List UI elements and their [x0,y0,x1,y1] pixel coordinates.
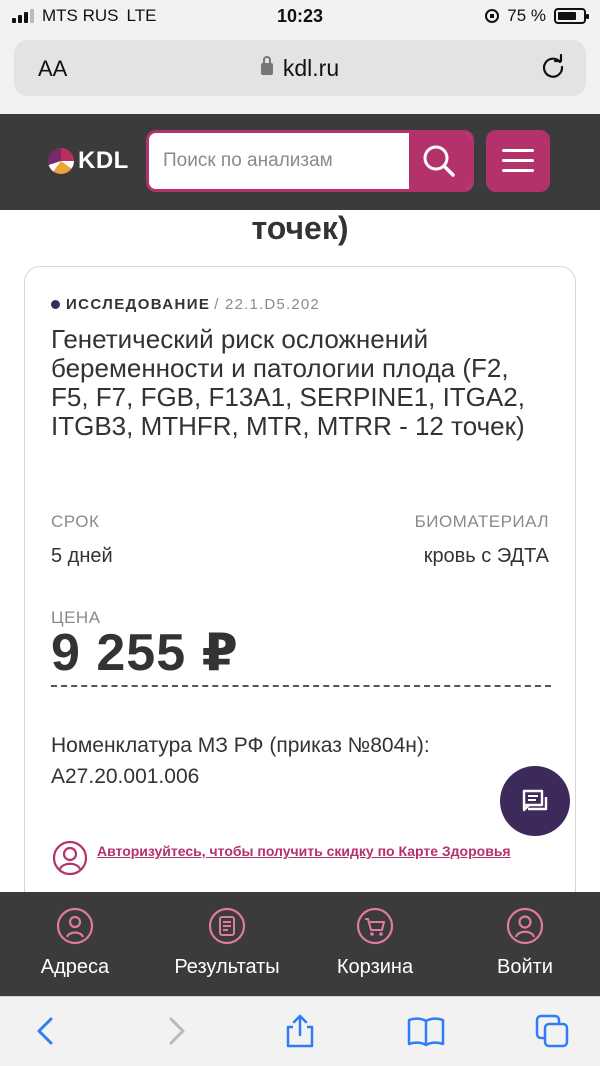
cart-icon [356,907,394,945]
share-icon[interactable] [282,1013,318,1049]
chat-icon [522,789,548,812]
menu-button[interactable] [486,130,550,192]
browser-toolbar [0,996,600,1066]
logo-mark-icon [48,148,74,174]
search-input[interactable] [149,133,411,189]
browser-address-area: AA kdl.ru [0,36,600,114]
nav-label: Адреса [40,956,110,978]
divider [51,685,551,687]
biomaterial-value: кровь с ЭДТА [423,545,549,567]
chat-button[interactable] [500,766,570,836]
orientation-lock-icon [485,9,500,23]
login-discount-link[interactable]: Авторизуйтесь, чтобы получить скидку по … [97,843,511,859]
user-icon [506,907,544,945]
nomenclature: Номенклатура МЗ РФ (приказ №804н): A27.2… [51,734,430,788]
term-label: СРОК [51,512,100,531]
results-document-icon [208,907,246,945]
site-header: KDL [0,114,600,210]
location-pin-icon [56,907,94,945]
url-display[interactable]: kdl.ru [14,55,586,82]
bookmarks-icon[interactable] [406,1013,446,1049]
status-right: 75 % [485,6,589,26]
battery-icon [554,8,589,24]
term-value: 5 дней [51,545,113,567]
hamburger-line [502,169,534,172]
battery-fill [558,12,576,20]
forward-icon[interactable] [158,1013,194,1049]
search-box [146,130,474,192]
card-type-label: ИССЛЕДОВАНИЕ [66,296,211,313]
logo-text: KDL [78,147,129,174]
nav-label: Войти [497,956,553,978]
hamburger-line [502,149,534,152]
nav-results[interactable]: Результаты [152,906,302,979]
price-value: 9 255 ₽ [51,624,239,682]
test-code: / 22.1.D5.202 [214,296,320,313]
address-bar[interactable]: AA kdl.ru [14,40,586,96]
test-card: ИССЛЕДОВАНИЕ / 22.1.D5.202 Генетический … [24,266,576,926]
page-title-partial: точек) [251,210,349,246]
status-bar: MTS RUS LTE 10:23 75 % [0,0,600,36]
tabs-icon[interactable] [534,1013,570,1049]
back-icon[interactable] [28,1013,64,1049]
test-title: Генетический риск осложнений беременност… [51,324,525,441]
battery-percent: 75 % [507,6,546,25]
padlock-icon [260,56,273,75]
card-type: ИССЛЕДОВАНИЕ / 22.1.D5.202 [51,296,320,313]
bottom-nav: Адреса Результаты Корзина Войти [0,892,600,996]
promo-block: Авторизуйтесь, чтобы получить скидку по … [51,839,521,877]
kdl-logo[interactable]: KDL [48,147,129,175]
search-icon [423,145,455,177]
hamburger-line [502,159,534,162]
nav-addresses[interactable]: Адреса [0,906,150,979]
nav-cart[interactable]: Корзина [300,906,450,979]
biomaterial-label: БИОМАТЕРИАЛ [414,512,549,531]
bullet-dot-icon [51,300,60,309]
url-text: kdl.ru [282,55,340,81]
nav-login[interactable]: Войти [450,906,600,979]
nav-label: Корзина [336,956,414,978]
search-button[interactable] [409,133,471,189]
reload-icon[interactable] [540,54,566,80]
user-circle-icon [52,840,88,876]
nav-label: Результаты [174,956,280,978]
